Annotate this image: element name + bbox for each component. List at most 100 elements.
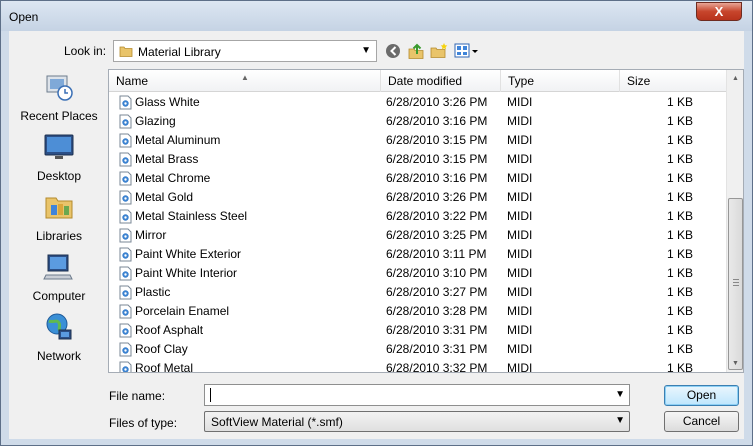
column-header-name[interactable]: ▲ Name bbox=[109, 70, 381, 92]
file-date-cell: 6/28/2010 3:25 PM bbox=[386, 228, 488, 242]
file-list[interactable]: ▲ Name Date modified Type Size Glass Whi… bbox=[108, 69, 744, 373]
midi-file-icon bbox=[119, 152, 132, 167]
folder-icon bbox=[119, 46, 133, 57]
file-type-cell: MIDI bbox=[507, 114, 533, 128]
file-name-combo[interactable]: ▼ bbox=[204, 384, 630, 406]
file-row[interactable]: Paint White Exterior 6/28/2010 3:11 PM MID… bbox=[109, 245, 726, 264]
file-name-cell: Glazing bbox=[119, 112, 381, 131]
file-name-cell: Porcelain Enamel bbox=[119, 302, 381, 321]
midi-file-icon bbox=[119, 361, 132, 372]
midi-file-icon bbox=[119, 95, 132, 110]
chevron-down-icon[interactable]: ▼ bbox=[615, 389, 625, 400]
view-menu-icon[interactable] bbox=[453, 41, 481, 61]
midi-file-icon bbox=[119, 304, 132, 319]
file-row[interactable]: Plastic 6/28/2010 3:27 PM MIDI 1 KB bbox=[109, 283, 726, 302]
file-date-cell: 6/28/2010 3:28 PM bbox=[386, 304, 488, 318]
column-header-row: ▲ Name Date modified Type Size bbox=[109, 70, 726, 92]
place-network[interactable]: Network bbox=[13, 311, 105, 367]
midi-file-icon bbox=[119, 342, 132, 357]
vertical-scrollbar[interactable]: ▲ ▼ bbox=[726, 70, 743, 372]
midi-file-icon bbox=[119, 171, 132, 186]
file-type-cell: MIDI bbox=[507, 323, 533, 337]
places-bar: Recent Places Desktop Libraries Computer… bbox=[13, 71, 105, 371]
file-date-cell: 6/28/2010 3:26 PM bbox=[386, 190, 488, 204]
file-name-input[interactable] bbox=[207, 386, 607, 404]
file-type-cell: MIDI bbox=[507, 304, 533, 318]
scroll-down-button[interactable]: ▼ bbox=[727, 355, 743, 372]
file-row[interactable]: Metal Stainless Steel 6/28/2010 3:22 PM MI… bbox=[109, 207, 726, 226]
file-name-cell: Roof Clay bbox=[119, 340, 381, 359]
chevron-down-icon: ▼ bbox=[361, 45, 371, 56]
look-in-combo[interactable]: Material Library ▼ bbox=[113, 40, 377, 62]
window-title: Open bbox=[9, 10, 39, 24]
file-date-cell: 6/28/2010 3:22 PM bbox=[386, 209, 488, 223]
scroll-up-button[interactable]: ▲ bbox=[727, 70, 743, 87]
place-recent-places[interactable]: Recent Places bbox=[13, 71, 105, 127]
file-row[interactable]: Glazing 6/28/2010 3:16 PM MIDI 1 KB bbox=[109, 112, 726, 131]
place-label: Computer bbox=[32, 289, 86, 303]
file-row[interactable]: Metal Chrome 6/28/2010 3:16 PM MIDI 1 KB bbox=[109, 169, 726, 188]
file-row[interactable]: Roof Clay 6/28/2010 3:31 PM MIDI 1 KB bbox=[109, 340, 726, 359]
midi-file-icon bbox=[119, 114, 132, 129]
midi-file-icon bbox=[119, 190, 132, 205]
file-row[interactable]: Mirror 6/28/2010 3:25 PM MIDI 1 KB bbox=[109, 226, 726, 245]
file-type-cell: MIDI bbox=[507, 209, 533, 223]
file-date-cell: 6/28/2010 3:15 PM bbox=[386, 152, 488, 166]
new-folder-icon[interactable] bbox=[429, 41, 449, 61]
back-icon[interactable] bbox=[383, 41, 403, 61]
sort-ascending-icon: ▲ bbox=[241, 73, 249, 82]
file-name-label: File name: bbox=[109, 389, 166, 403]
file-size-cell: 1 KB bbox=[666, 361, 693, 373]
file-date-cell: 6/28/2010 3:16 PM bbox=[386, 171, 488, 185]
place-libraries[interactable]: Libraries bbox=[13, 191, 105, 247]
file-type-cell: MIDI bbox=[507, 285, 533, 299]
file-row[interactable]: Roof Metal 6/28/2010 3:32 PM MIDI 1 KB bbox=[109, 359, 726, 373]
open-dialog: Open X Look in: Material Library ▼ Recen… bbox=[0, 0, 753, 446]
look-in-label: Look in: bbox=[64, 44, 107, 58]
file-date-cell: 6/28/2010 3:32 PM bbox=[386, 361, 488, 373]
file-row[interactable]: Glass White 6/28/2010 3:26 PM MIDI 1 KB bbox=[109, 93, 726, 112]
place-desktop[interactable]: Desktop bbox=[13, 131, 105, 187]
place-label: Recent Places bbox=[20, 109, 98, 123]
column-header-date[interactable]: Date modified bbox=[381, 70, 501, 92]
file-type-cell: MIDI bbox=[507, 266, 533, 280]
file-date-cell: 6/28/2010 3:31 PM bbox=[386, 342, 488, 356]
file-size-cell: 1 KB bbox=[666, 171, 693, 185]
title-bar[interactable]: Open X bbox=[1, 1, 752, 31]
close-icon: X bbox=[714, 4, 724, 19]
midi-file-icon bbox=[119, 133, 132, 148]
file-name-cell: Metal Aluminum bbox=[119, 131, 381, 150]
close-button[interactable]: X bbox=[696, 2, 742, 21]
up-folder-icon[interactable] bbox=[406, 41, 426, 61]
file-row[interactable]: Paint White Interior 6/28/2010 3:10 PM MID… bbox=[109, 264, 726, 283]
column-header-size[interactable]: Size bbox=[620, 70, 726, 92]
place-computer[interactable]: Computer bbox=[13, 251, 105, 307]
file-name-cell: Paint White Exterior bbox=[119, 245, 381, 264]
file-row[interactable]: Porcelain Enamel 6/28/2010 3:28 PM MIDI 1 K… bbox=[109, 302, 726, 321]
midi-file-icon bbox=[119, 209, 132, 224]
computer-icon bbox=[43, 254, 73, 280]
file-name-cell: Plastic bbox=[119, 283, 381, 302]
scroll-thumb[interactable] bbox=[728, 198, 743, 370]
cancel-button[interactable]: Cancel bbox=[664, 411, 739, 432]
file-type-cell: MIDI bbox=[507, 171, 533, 185]
file-date-cell: 6/28/2010 3:15 PM bbox=[386, 133, 488, 147]
file-size-cell: 1 KB bbox=[666, 323, 693, 337]
file-name-cell: Glass White bbox=[119, 93, 381, 112]
file-size-cell: 1 KB bbox=[666, 228, 693, 242]
file-date-cell: 6/28/2010 3:16 PM bbox=[386, 114, 488, 128]
file-date-cell: 6/28/2010 3:10 PM bbox=[386, 266, 488, 280]
file-row[interactable]: Roof Asphalt 6/28/2010 3:31 PM MIDI 1 KB bbox=[109, 321, 726, 340]
file-row[interactable]: Metal Gold 6/28/2010 3:26 PM MIDI 1 KB bbox=[109, 188, 726, 207]
file-row[interactable]: Metal Aluminum 6/28/2010 3:15 PM MIDI 1 KB bbox=[109, 131, 726, 150]
column-header-type[interactable]: Type bbox=[501, 70, 620, 92]
file-name-cell: Roof Asphalt bbox=[119, 321, 381, 340]
file-name-cell: Metal Stainless Steel bbox=[119, 207, 381, 226]
midi-file-icon bbox=[119, 266, 132, 281]
file-size-cell: 1 KB bbox=[666, 133, 693, 147]
file-size-cell: 1 KB bbox=[666, 285, 693, 299]
file-type-select[interactable]: SoftView Material (*.smf) ▼ bbox=[204, 411, 630, 432]
chevron-down-icon: ▼ bbox=[615, 415, 625, 426]
open-button[interactable]: Open bbox=[664, 385, 739, 406]
file-row[interactable]: Metal Brass 6/28/2010 3:15 PM MIDI 1 KB bbox=[109, 150, 726, 169]
